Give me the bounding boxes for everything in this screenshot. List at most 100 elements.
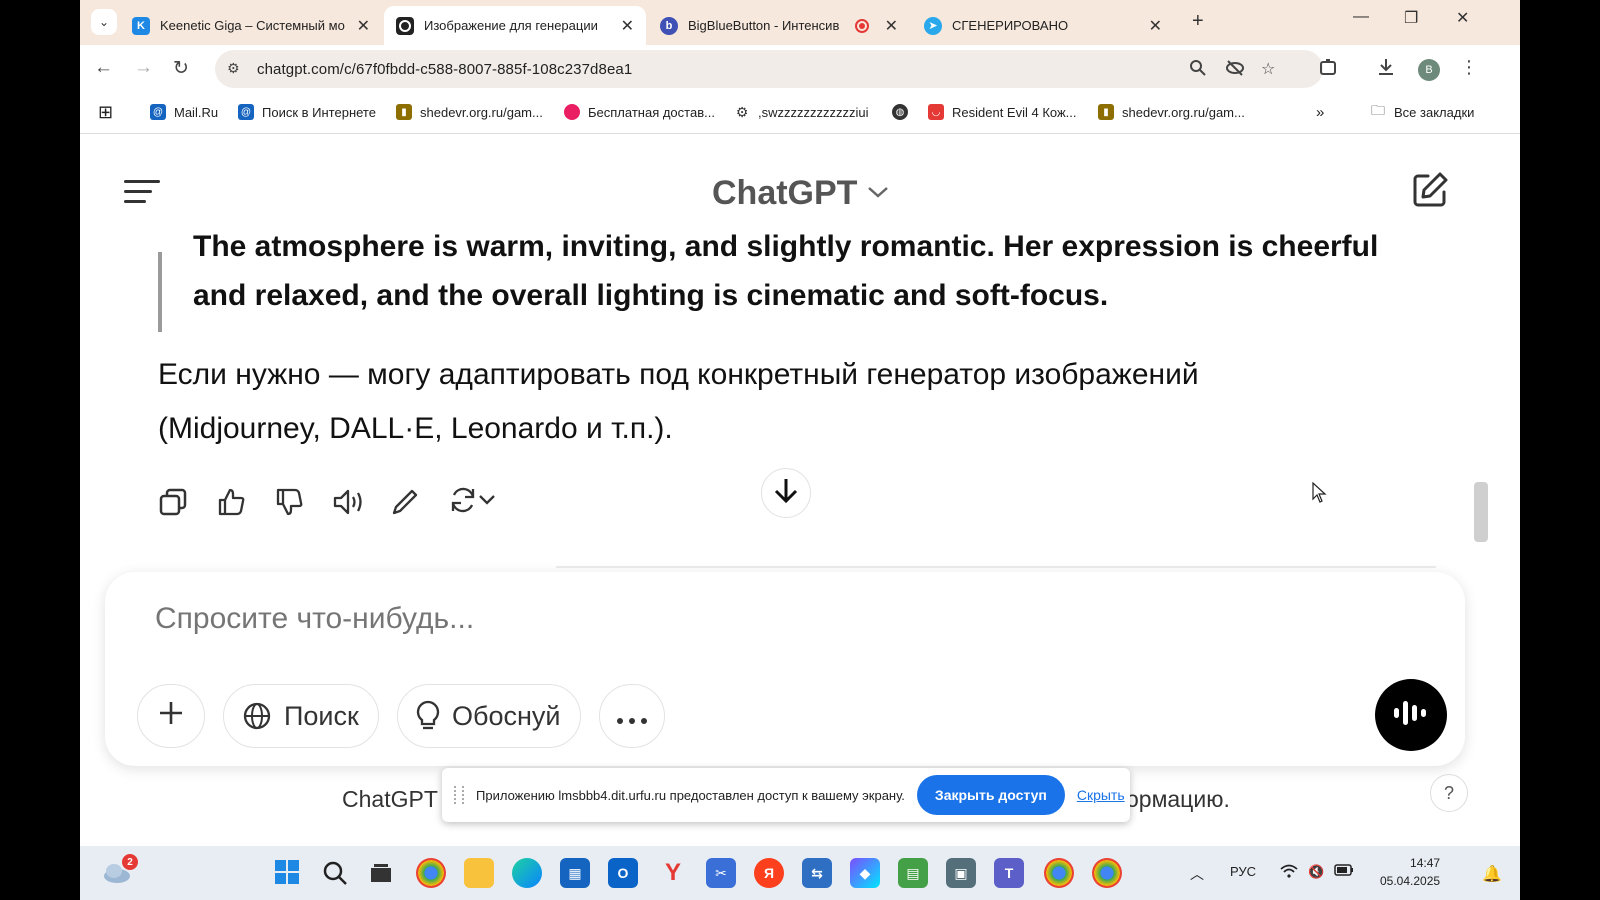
tab-keenetic[interactable]: K Keenetic Giga – Системный мо ✕ [120, 6, 382, 45]
bookmark-shedevr-2[interactable]: ▮ shedevr.org.ru/gam... [1098, 104, 1245, 120]
reason-label: Обоснуй [452, 700, 561, 731]
reload-icon[interactable]: ↻ [173, 57, 189, 80]
bookmark-shedevr-1[interactable]: ▮ shedevr.org.ru/gam... [396, 104, 543, 120]
keenetic-icon: K [132, 16, 150, 35]
address-bar[interactable]: ⚙ chatgpt.com/c/67f0fbdd-c588-8007-885f-… [215, 50, 1323, 88]
bookmark-search[interactable]: @ Поиск в Интернете [238, 104, 376, 120]
store-app-icon[interactable]: ▦ [560, 858, 590, 888]
spreadsheet-app-icon[interactable]: ▤ [898, 858, 928, 888]
more-vertical-icon[interactable]: ⋮ [1460, 57, 1478, 78]
task-view-icon[interactable] [366, 858, 396, 888]
url-text: chatgpt.com/c/67f0fbdd-c588-8007-885f-10… [257, 61, 633, 78]
eye-off-icon[interactable] [1225, 59, 1245, 82]
divider [556, 566, 1436, 568]
language-indicator[interactable]: РУС [1230, 864, 1256, 879]
chrome-profile-app-icon[interactable] [1044, 858, 1074, 888]
weather-widget[interactable]: 2 [102, 854, 138, 888]
search-icon[interactable] [320, 858, 350, 888]
copy-icon[interactable] [158, 484, 216, 520]
edge-app-icon[interactable] [512, 858, 542, 888]
system-clock[interactable]: 14:47 05.04.2025 [1380, 854, 1440, 890]
plus-icon [157, 699, 185, 734]
regenerate-button[interactable] [448, 484, 518, 520]
file-explorer-icon[interactable] [464, 858, 494, 888]
disclaimer-text: ормацию. [1126, 786, 1230, 812]
stop-sharing-button[interactable]: Закрыть доступ [916, 775, 1065, 815]
search-button[interactable]: Поиск [223, 684, 379, 748]
attach-button[interactable] [137, 684, 205, 748]
new-tab-button[interactable]: + [1192, 10, 1204, 33]
close-tab-icon[interactable]: ✕ [885, 16, 898, 36]
yandex-browser-icon[interactable]: Y [658, 858, 688, 888]
tab-telegram[interactable]: ➤ СГЕНЕРИРОВАНО ✕ [912, 6, 1174, 45]
edit-canvas-icon[interactable] [390, 484, 448, 520]
help-button[interactable]: ? [1430, 774, 1468, 812]
hide-banner-link[interactable]: Скрыть [1077, 787, 1125, 803]
more-tools-button[interactable] [599, 684, 665, 748]
teams-app-icon[interactable]: T [994, 858, 1024, 888]
extensions-icon[interactable] [1318, 57, 1338, 82]
bookmark-globe[interactable]: ◍ [892, 104, 916, 120]
yandex-app-icon[interactable]: Я [754, 858, 784, 888]
prompt-input[interactable] [155, 602, 1255, 636]
download-icon[interactable] [1376, 57, 1396, 82]
composer: Поиск Обоснуй [105, 572, 1465, 766]
scroll-to-bottom-button[interactable] [761, 468, 811, 518]
bookmark-resident-evil[interactable]: ◡ Resident Evil 4 Кож... [928, 104, 1077, 120]
notifications-icon[interactable]: 🔔 [1482, 864, 1502, 884]
aliexpress-icon: ◡ [928, 104, 944, 120]
scrollbar-thumb[interactable] [1474, 482, 1488, 542]
tab-title: BigBlueButton - Интенсив [688, 18, 840, 33]
window-close-icon[interactable]: ✕ [1456, 8, 1469, 28]
network-app-icon[interactable]: ⇆ [802, 858, 832, 888]
design-app-icon[interactable]: ◆ [850, 858, 880, 888]
screen-share-banner: Приложению lmsbbb4.dit.urfu.ru предостав… [442, 768, 1130, 822]
new-chat-icon[interactable] [1410, 170, 1450, 215]
bookmarks-overflow-icon[interactable]: » [1316, 104, 1324, 121]
forward-arrow-icon[interactable]: → [134, 57, 153, 79]
refresh-icon [448, 485, 478, 520]
voice-mode-button[interactable] [1375, 679, 1447, 751]
thumbs-down-icon[interactable] [274, 484, 332, 520]
tab-bigbluebutton[interactable]: b BigBlueButton - Интенсив ✕ [648, 6, 910, 45]
tab-search-button[interactable]: ⌄ [91, 9, 117, 35]
all-bookmarks[interactable]: 🗀 Все закладки [1370, 102, 1474, 120]
reason-button[interactable]: Обоснуй [397, 684, 581, 748]
start-button[interactable] [272, 858, 302, 888]
blockquote-line: The atmosphere is warm, inviting, and sl… [193, 230, 1379, 263]
apps-grid-icon[interactable]: ⊞ [98, 102, 113, 123]
chrome-profile-app-icon[interactable] [1092, 858, 1122, 888]
back-arrow-icon[interactable]: ← [94, 57, 113, 79]
close-tab-icon[interactable]: ✕ [621, 16, 634, 36]
windows-icon [274, 859, 300, 888]
thumbs-up-icon[interactable] [216, 484, 274, 520]
restore-icon[interactable]: ❐ [1404, 8, 1418, 28]
search-label: Поиск [284, 700, 359, 731]
bookmark-delivery[interactable]: Бесплатная достав... [564, 104, 715, 120]
wifi-icon[interactable] [1280, 864, 1298, 881]
sidebar-menu-icon[interactable] [124, 180, 160, 204]
chatgpt-page: ChatGPT The atmosphere is warm, inviting… [80, 134, 1520, 846]
bookmark-mailru[interactable]: @ Mail.Ru [150, 104, 218, 120]
snipping-tool-icon[interactable]: ✂ [706, 858, 736, 888]
battery-icon[interactable] [1334, 864, 1354, 879]
close-tab-icon[interactable]: ✕ [1149, 16, 1162, 36]
close-tab-icon[interactable]: ✕ [357, 16, 370, 36]
telegram-icon: ➤ [924, 16, 942, 35]
vm-app-icon[interactable]: ▣ [946, 858, 976, 888]
bookmark-settings[interactable]: ⚙ ,swzzzzzzzzzzzziui [734, 104, 869, 120]
zoom-icon[interactable] [1189, 59, 1207, 82]
profile-avatar[interactable]: B [1418, 59, 1440, 81]
drag-handle-icon[interactable] [454, 786, 464, 804]
star-icon[interactable]: ☆ [1261, 59, 1275, 79]
outlook-app-icon[interactable]: O [608, 858, 638, 888]
chrome-app-icon[interactable] [416, 858, 446, 888]
tray-expand-icon[interactable]: ︿ [1190, 864, 1204, 884]
read-aloud-icon[interactable] [332, 484, 390, 520]
minimize-icon[interactable]: — [1353, 8, 1369, 26]
model-selector[interactable]: ChatGPT [712, 174, 889, 213]
site-info-icon[interactable]: ⚙ [227, 60, 240, 77]
tab-image-generation[interactable]: Изображение для генерации ✕ [384, 6, 646, 45]
response-paragraph-line: (Midjourney, DALL·E, Leonardo и т.п.). [158, 412, 673, 445]
volume-muted-icon[interactable]: 🔇 [1308, 864, 1324, 880]
